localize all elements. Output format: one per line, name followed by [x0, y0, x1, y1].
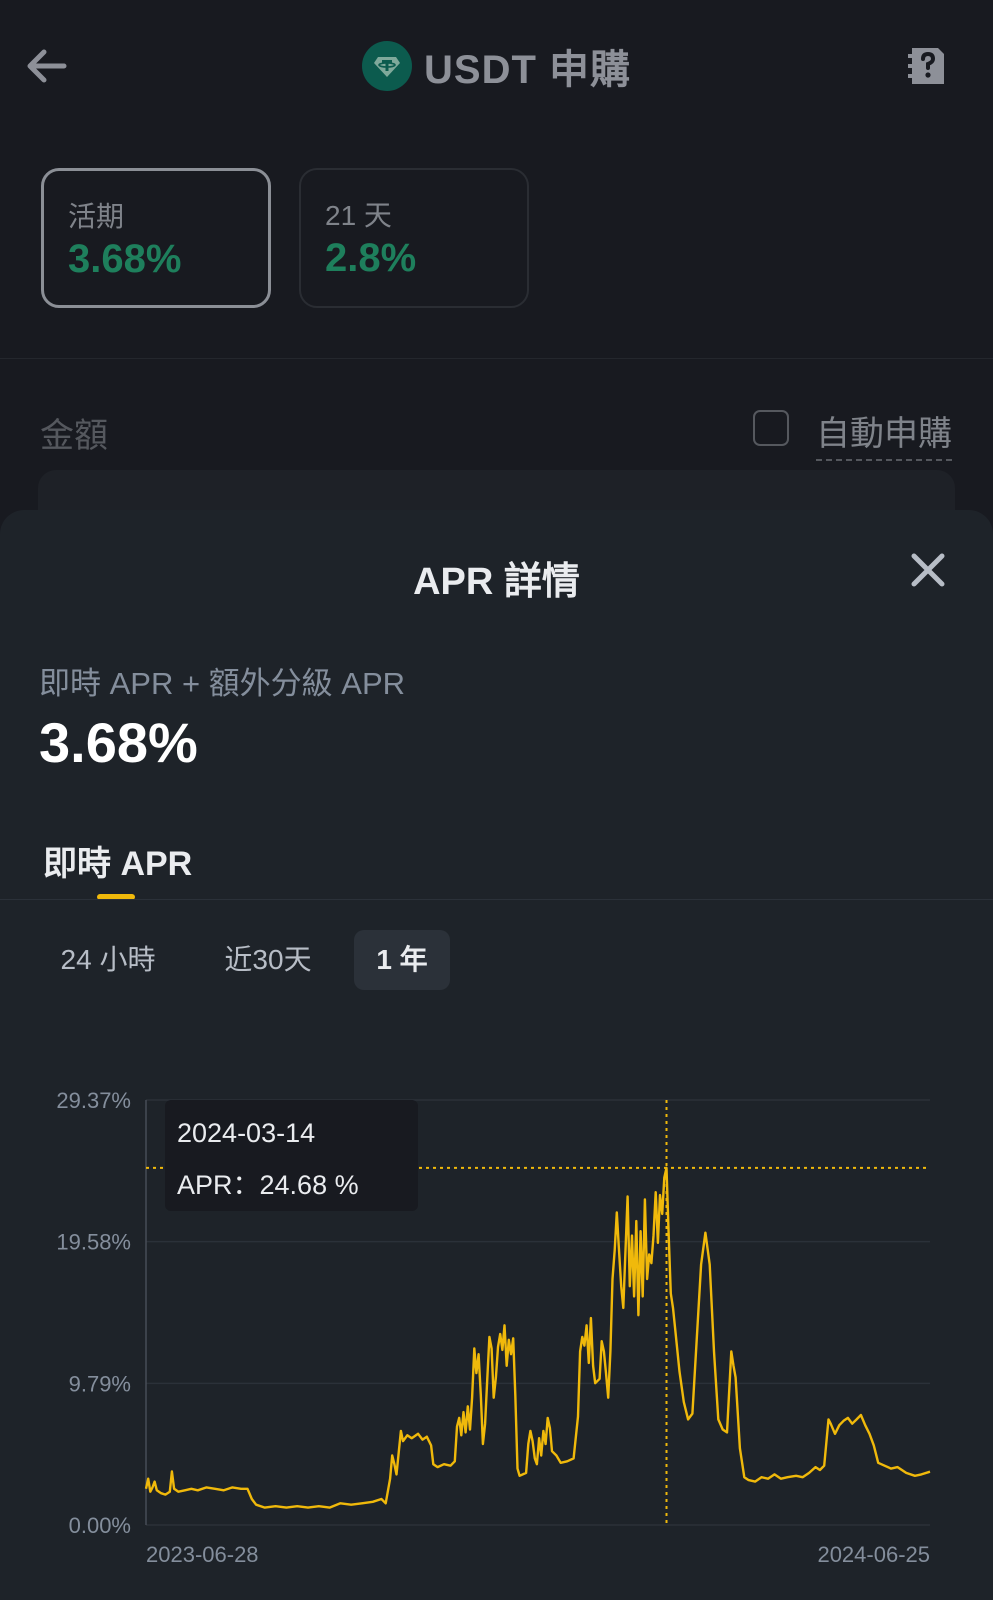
- chart-tooltip: 2024-03-14 APR：24.68 %: [165, 1100, 418, 1211]
- screen: USDT 申購 活期 3.68% 21 天 2.8% 金額 自動申購 APR 詳…: [0, 0, 993, 1600]
- auto-subscribe-label[interactable]: 自動申購: [816, 406, 952, 461]
- tooltip-apr: APR：24.68 %: [177, 1170, 359, 1200]
- x-tick-label: 2024-06-25: [817, 1542, 930, 1567]
- divider: [0, 358, 993, 359]
- product-card-flexible[interactable]: 活期 3.68%: [41, 168, 271, 308]
- sheet-title: APR 詳情: [413, 561, 580, 603]
- amount-label: 金額: [40, 417, 108, 455]
- top-bar: USDT 申購: [0, 0, 993, 130]
- y-tick-label: 0.00%: [69, 1513, 131, 1538]
- help-document-icon[interactable]: [908, 44, 948, 88]
- title-group: USDT 申購: [0, 40, 993, 92]
- range-30d-button[interactable]: 近30天: [208, 930, 328, 990]
- apr-details-sheet: APR 詳情 即時 APR + 額外分級 APR 3.68% 即時 APR 24…: [0, 510, 993, 1600]
- y-tick-label: 19.58%: [56, 1230, 131, 1255]
- tab-realtime-apr[interactable]: 即時 APR: [43, 836, 192, 885]
- range-1y-button[interactable]: 1 年: [354, 930, 450, 990]
- y-tick-label: 29.37%: [56, 1088, 131, 1113]
- apr-series-line: [144, 1166, 931, 1509]
- auto-subscribe-checkbox[interactable]: [753, 410, 789, 446]
- apr-line-chart[interactable]: 29.37% 19.58% 9.79% 0.00% 2023-06-28 2024-06-…: [0, 1050, 993, 1590]
- page-title: USDT 申購: [424, 48, 631, 92]
- product-term-label: 21 天: [325, 200, 392, 231]
- product-card-21-day[interactable]: 21 天 2.8%: [299, 168, 529, 308]
- close-icon[interactable]: [908, 550, 948, 590]
- usdt-coin-icon: [362, 41, 412, 91]
- product-apr-value: 2.8%: [325, 236, 417, 280]
- apr-value: 3.68%: [39, 711, 198, 774]
- range-24h-button[interactable]: 24 小時: [48, 930, 168, 990]
- x-tick-label: 2023-06-28: [146, 1542, 259, 1567]
- product-term-label: 活期: [68, 201, 125, 232]
- y-tick-label: 9.79%: [69, 1371, 131, 1396]
- product-apr-value: 3.68%: [68, 237, 182, 281]
- apr-caption: 即時 APR + 額外分級 APR: [39, 666, 406, 701]
- divider: [0, 899, 993, 900]
- tooltip-date: 2024-03-14: [177, 1118, 316, 1148]
